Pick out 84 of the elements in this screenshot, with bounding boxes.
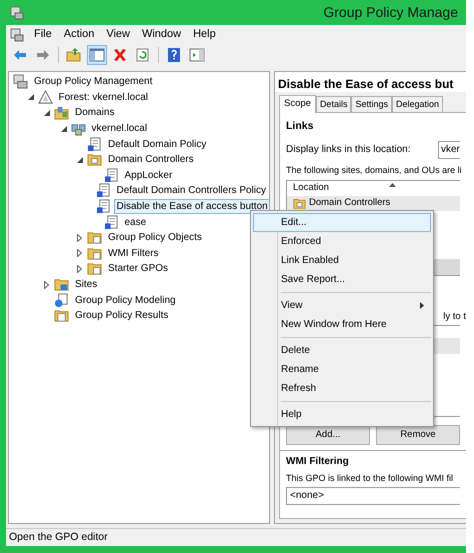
app-icon (10, 28, 24, 42)
expand-icon[interactable] (77, 264, 82, 273)
help-icon[interactable] (166, 47, 182, 63)
collapse-icon[interactable] (44, 110, 50, 116)
menu-item[interactable]: Window (136, 26, 186, 43)
links-description: The following sites, domains, and OUs are li (286, 164, 462, 176)
action-pane-icon[interactable] (189, 47, 205, 63)
menu-item[interactable]: View (101, 26, 135, 43)
security-description: ly to t (443, 310, 466, 323)
folder-icon (293, 196, 306, 210)
window-title: Group Policy Manage (323, 3, 458, 22)
collapse-icon[interactable] (77, 156, 83, 163)
domains-icon (54, 105, 69, 120)
tree-item[interactable]: Group Policy Management (31, 74, 156, 90)
tree-item[interactable]: Starter GPOs (105, 261, 172, 276)
scroll-icon (87, 136, 102, 152)
tree-item[interactable]: ease (122, 214, 150, 230)
expand-icon[interactable] (44, 280, 49, 289)
tree-item[interactable]: Default Domain Controllers Policy (114, 183, 269, 198)
tree-item[interactable]: WMI Filters (105, 246, 162, 261)
refresh-icon[interactable] (135, 47, 151, 63)
menu-item[interactable]: Link Enabled (253, 251, 431, 270)
scroll-icon (96, 183, 110, 198)
menu-item[interactable]: Save Report... (253, 270, 431, 289)
collapse-icon[interactable] (28, 94, 34, 100)
menu-item[interactable]: Refresh (253, 379, 431, 398)
triangle-icon (38, 90, 52, 105)
tree-item[interactable]: vkernel.local (88, 121, 150, 136)
tab[interactable]: Delegation (392, 96, 444, 112)
folder-icon (87, 261, 102, 276)
tree-item[interactable]: Group Policy Modeling (72, 292, 179, 308)
tab[interactable]: Settings (351, 96, 392, 112)
show-tree-icon[interactable] (89, 47, 105, 63)
table-cell: Domain Controllers (309, 196, 390, 210)
menu-item[interactable]: Action (58, 26, 100, 43)
menu-item[interactable]: Help (253, 405, 431, 424)
delete-icon[interactable] (112, 47, 128, 63)
menu-item[interactable]: File (29, 26, 57, 43)
expand-icon[interactable] (77, 249, 82, 258)
folder-up-icon[interactable] (66, 47, 82, 63)
scroll-icon (104, 168, 118, 183)
tree-item[interactable]: Group Policy Objects (105, 230, 205, 246)
app-icon (10, 6, 24, 20)
collapse-icon[interactable] (60, 126, 66, 132)
menu-item[interactable]: Enforced (253, 232, 431, 251)
folder-icon (87, 152, 102, 168)
column-header[interactable]: Location (287, 180, 329, 196)
tree-item[interactable]: Domains (72, 105, 118, 120)
wmi-filter-dropdown[interactable]: <none> (286, 486, 460, 505)
folder-icon (87, 246, 102, 261)
forward-arrow-icon[interactable] (35, 47, 51, 63)
tab[interactable]: Scope (279, 95, 316, 113)
sites-icon (54, 277, 69, 292)
section-heading: Links (286, 119, 314, 134)
tree-item[interactable]: Forest: vkernel.local (56, 90, 151, 105)
menu-item[interactable]: Rename (253, 360, 431, 379)
tree-item[interactable]: Default Domain Policy (105, 136, 210, 152)
tree-item[interactable]: Group Policy Results (72, 308, 172, 324)
sort-ascending-icon (388, 182, 396, 187)
tree-item[interactable]: Domain Controllers (105, 152, 197, 168)
wmi-description: This GPO is linked to the following WMI fil (286, 472, 454, 484)
menu-item[interactable]: Edit... (253, 213, 431, 232)
tree-item[interactable]: Sites (72, 277, 100, 292)
folder-icon (87, 230, 102, 246)
button[interactable]: Remove (376, 424, 460, 445)
submenu-arrow-icon (420, 302, 424, 309)
menu-item[interactable]: View (253, 296, 431, 315)
results-icon (54, 308, 69, 324)
tab[interactable]: Details (316, 96, 352, 112)
menu-item[interactable]: Delete (253, 341, 431, 360)
console-icon (13, 74, 28, 90)
scroll-icon (96, 199, 110, 214)
expand-icon[interactable] (77, 234, 82, 242)
location-dropdown[interactable]: vker (438, 140, 460, 159)
modeling-icon (54, 292, 69, 308)
scroll-icon (104, 214, 118, 230)
status-text: Open the GPO editor (9, 530, 108, 545)
tree-item[interactable]: Disable the Ease of access button (114, 199, 269, 214)
field-label: Display links in this location: (286, 143, 410, 158)
tree-item[interactable]: AppLocker (122, 168, 176, 183)
menu-item[interactable]: Help (188, 26, 221, 43)
pane-title: Disable the Ease of access but (275, 72, 466, 92)
section-heading: WMI Filtering (286, 456, 350, 468)
menu-item[interactable]: New Window from Here (253, 315, 431, 334)
